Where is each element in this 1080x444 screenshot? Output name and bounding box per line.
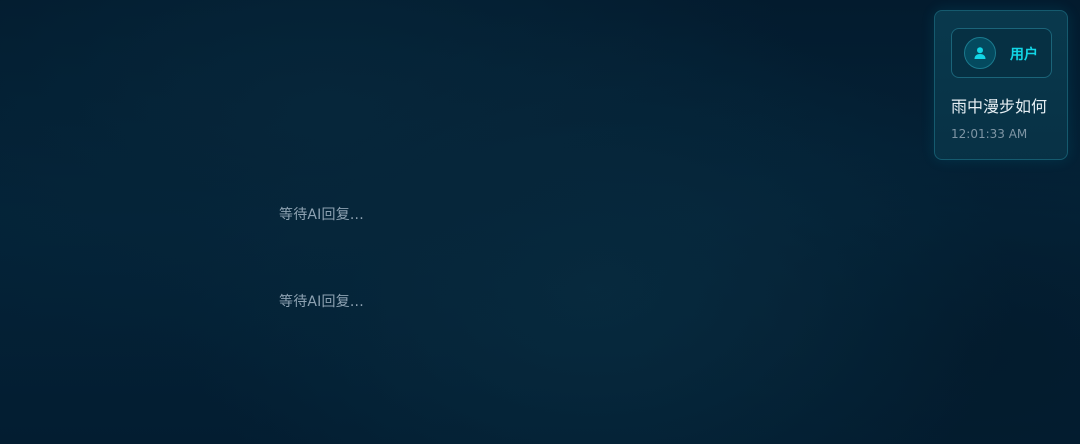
user-sender-badge: 用户 xyxy=(951,28,1052,78)
message-timestamp: 12:01:33 AM xyxy=(951,127,1028,141)
user-icon xyxy=(973,46,987,60)
avatar xyxy=(964,37,996,69)
user-message-card: 用户 雨中漫步如何 12:01:33 AM xyxy=(934,10,1068,160)
message-text: 雨中漫步如何 xyxy=(951,97,1048,116)
ai-waiting-placeholder: 等待AI回复... xyxy=(279,294,364,310)
sender-label: 用户 xyxy=(1010,47,1038,63)
ai-waiting-placeholder: 等待AI回复... xyxy=(279,207,364,223)
